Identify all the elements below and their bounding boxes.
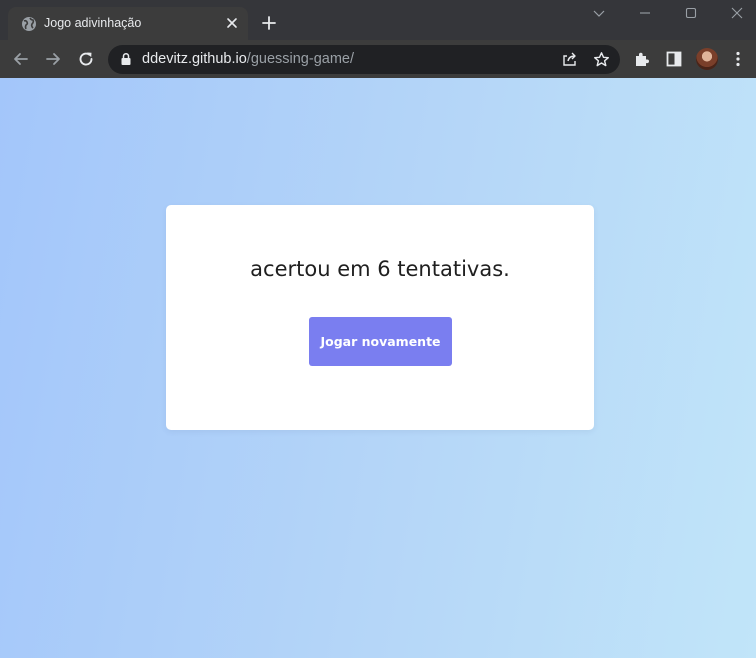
- result-card: acertou em 6 tentativas. Jogar novamente: [166, 205, 594, 430]
- close-icon[interactable]: [224, 15, 240, 31]
- url-text[interactable]: ddevitz.github.io/guessing-game/: [142, 51, 354, 67]
- url-path: /guessing-game/: [246, 51, 354, 67]
- result-message: acertou em 6 tentativas.: [250, 257, 510, 281]
- minimize-icon[interactable]: [637, 5, 653, 21]
- browser-toolbar: ddevitz.github.io/guessing-game/: [0, 40, 756, 78]
- star-icon[interactable]: [593, 51, 610, 68]
- play-again-button[interactable]: Jogar novamente: [309, 317, 452, 366]
- page-viewport: acertou em 6 tentativas. Jogar novamente: [0, 78, 756, 658]
- share-icon[interactable]: [561, 51, 578, 68]
- maximize-icon[interactable]: [683, 5, 699, 21]
- side-panel-icon[interactable]: [665, 50, 683, 68]
- lock-icon[interactable]: [120, 52, 132, 66]
- plus-icon[interactable]: [261, 15, 277, 31]
- address-bar[interactable]: ddevitz.github.io/guessing-game/: [108, 45, 620, 74]
- chevron-down-icon[interactable]: [591, 5, 607, 21]
- tab-strip: Jogo adivinhação: [0, 0, 756, 40]
- close-icon[interactable]: [729, 5, 745, 21]
- extensions-icon[interactable]: [633, 50, 651, 68]
- reload-icon[interactable]: [77, 50, 95, 68]
- forward-icon[interactable]: [44, 50, 62, 68]
- tab-title: Jogo adivinhação: [44, 16, 142, 30]
- url-host: ddevitz.github.io: [142, 51, 247, 67]
- globe-icon: [22, 17, 36, 31]
- avatar[interactable]: [696, 48, 718, 70]
- menu-icon[interactable]: [729, 50, 747, 68]
- back-icon[interactable]: [12, 50, 30, 68]
- browser-tab[interactable]: Jogo adivinhação: [8, 7, 248, 40]
